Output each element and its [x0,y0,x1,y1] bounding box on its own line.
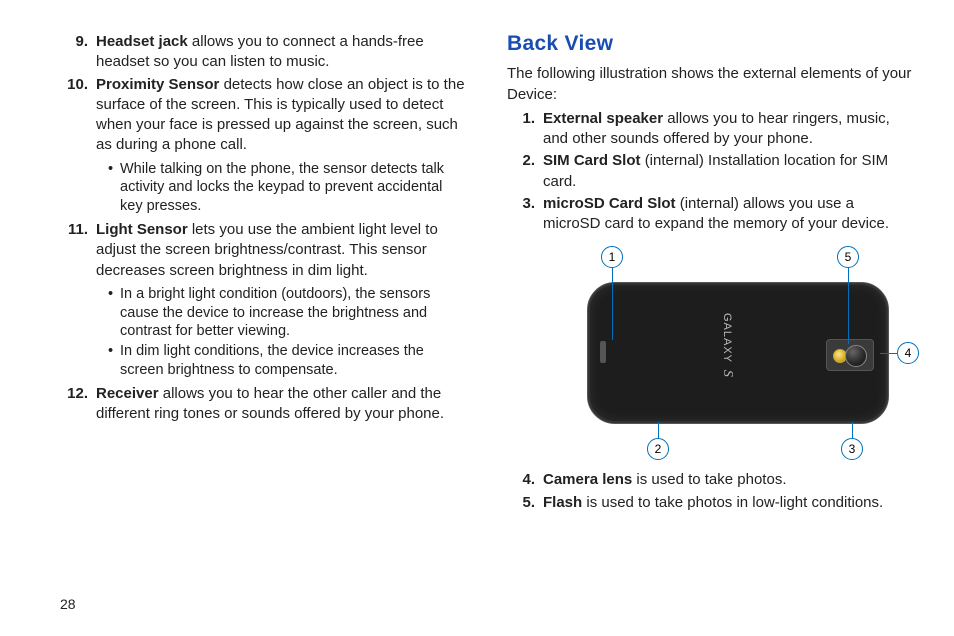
list-item: 10. Proximity Sensor detects how close a… [60,75,467,219]
item-term: SIM Card Slot [543,152,641,169]
brand-suffix: S [720,370,735,377]
item-number: 5. [507,493,535,513]
item-term: Receiver [96,385,159,402]
right-list-bottom: 4. Camera lens is used to take photos. 5… [507,470,914,513]
right-list-top: 1. External speaker allows you to hear r… [507,109,914,235]
section-title: Back View [507,30,914,58]
item-body: Light Sensor lets you use the ambient li… [96,220,467,382]
brand-text: GALAXY [721,313,733,363]
page-number: 28 [60,595,76,614]
item-term: Camera lens [543,471,632,488]
left-list: 9. Headset jack allows you to connect a … [60,32,467,425]
item-number: 2. [507,151,535,171]
item-number: 9. [60,32,88,52]
section-intro: The following illustration shows the ext… [507,64,914,105]
callout-3: 3 [841,438,863,460]
item-body: SIM Card Slot (internal) Installation lo… [543,151,914,192]
item-body: Proximity Sensor detects how close an ob… [96,75,467,219]
item-number: 11. [60,220,88,240]
bullet-item: In dim light conditions, the device incr… [108,342,467,380]
callout-line [658,422,660,438]
list-item: 9. Headset jack allows you to connect a … [60,32,467,73]
item-term: External speaker [543,110,663,127]
item-number: 12. [60,384,88,404]
item-term: Proximity Sensor [96,76,219,93]
device-figure: GALAXY S 1 5 4 2 3 [547,242,917,462]
list-item: 2. SIM Card Slot (internal) Installation… [507,151,914,192]
camera-lens-icon [845,345,867,367]
callout-line [852,422,854,438]
callout-line [848,268,850,344]
bullet-item: While talking on the phone, the sensor d… [108,160,467,217]
item-body: Camera lens is used to take photos. [543,470,914,490]
sub-bullets: While talking on the phone, the sensor d… [96,160,467,217]
item-term: Light Sensor [96,221,188,238]
camera-cluster-icon [826,339,874,371]
list-item: 1. External speaker allows you to hear r… [507,109,914,150]
item-number: 3. [507,194,535,214]
list-item: 12. Receiver allows you to hear the othe… [60,384,467,425]
callout-4: 4 [897,342,919,364]
list-item: 4. Camera lens is used to take photos. [507,470,914,490]
item-term: microSD Card Slot [543,195,676,212]
item-number: 1. [507,109,535,129]
callout-2: 2 [647,438,669,460]
callout-5: 5 [837,246,859,268]
speaker-slot-icon [600,341,606,363]
callout-1: 1 [601,246,623,268]
item-body: Receiver allows you to hear the other ca… [96,384,467,425]
item-desc: is used to take photos. [636,471,786,488]
bullet-item: In a bright light condition (outdoors), … [108,285,467,342]
sub-bullets: In a bright light condition (outdoors), … [96,285,467,380]
page: 9. Headset jack allows you to connect a … [0,0,954,636]
item-term: Flash [543,494,582,511]
callout-line [880,353,897,355]
item-body: External speaker allows you to hear ring… [543,109,914,150]
item-body: microSD Card Slot (internal) allows you … [543,194,914,235]
item-body: Headset jack allows you to connect a han… [96,32,467,73]
brand-label: GALAXY S [717,313,736,377]
phone-back-icon: GALAXY S [587,282,889,424]
callout-line [612,268,614,340]
list-item: 5. Flash is used to take photos in low-l… [507,493,914,513]
list-item: 11. Light Sensor lets you use the ambien… [60,220,467,382]
list-item: 3. microSD Card Slot (internal) allows y… [507,194,914,235]
left-column: 9. Headset jack allows you to connect a … [60,30,467,606]
item-term: Headset jack [96,33,188,50]
item-number: 10. [60,75,88,95]
item-body: Flash is used to take photos in low-ligh… [543,493,914,513]
item-number: 4. [507,470,535,490]
right-column: Back View The following illustration sho… [507,30,914,606]
item-desc: is used to take photos in low-light cond… [586,494,883,511]
